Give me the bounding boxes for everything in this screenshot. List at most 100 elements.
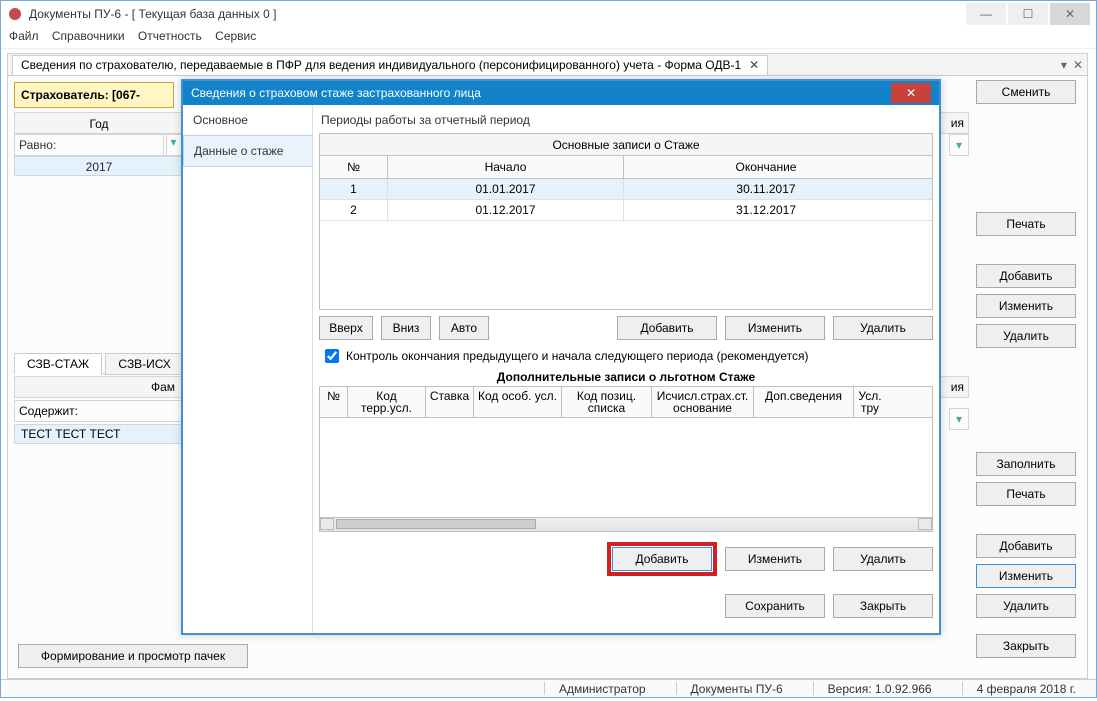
- document-tabstrip: Сведения по страхователю, передаваемые в…: [8, 54, 1087, 76]
- modal-content: Периоды работы за отчетный период Основн…: [313, 105, 939, 633]
- surname-filter-label[interactable]: Содержит:: [15, 401, 183, 421]
- print-button[interactable]: Печать: [976, 212, 1076, 236]
- form-packs-button[interactable]: Формирование и просмотр пачек: [18, 644, 248, 668]
- scroll-right-icon[interactable]: [918, 518, 932, 530]
- tab-szv-ish[interactable]: СЗВ-ИСХ: [105, 353, 183, 375]
- fill-button[interactable]: Заполнить: [976, 452, 1076, 476]
- app-icon: [7, 6, 23, 22]
- filter-icon[interactable]: ▾: [949, 134, 969, 156]
- col-rate[interactable]: Ставка: [426, 387, 474, 417]
- auto-button[interactable]: Авто: [439, 316, 489, 340]
- col-pos[interactable]: Код позиц. списка: [562, 387, 652, 417]
- grid-header-row: № Начало Окончание: [320, 156, 932, 179]
- app-window: Документы ПУ-6 - [ Текущая база данных 0…: [0, 0, 1097, 698]
- delete-button[interactable]: Удалить: [833, 316, 933, 340]
- modal-footer-buttons: Сохранить Закрыть: [319, 594, 933, 618]
- grid1-buttons: Вверх Вниз Авто Добавить Изменить Удалит…: [319, 316, 933, 340]
- horizontal-scrollbar[interactable]: [319, 518, 933, 532]
- edit-button[interactable]: Изменить: [976, 564, 1076, 588]
- menu-service[interactable]: Сервис: [215, 29, 256, 43]
- insurer-banner: Страхователь: [067-: [14, 82, 174, 108]
- menu-report[interactable]: Отчетность: [138, 29, 202, 43]
- control-checkbox[interactable]: [325, 349, 339, 363]
- surname-filter-row: Содержит:: [14, 400, 184, 422]
- grid-caption: Основные записи о Стаже: [320, 134, 932, 156]
- col-extra[interactable]: Доп.сведения: [754, 387, 854, 417]
- scroll-thumb[interactable]: [336, 519, 536, 529]
- control-checkbox-row: Контроль окончания предыдущего и начала …: [321, 346, 933, 366]
- col-no[interactable]: №: [320, 156, 388, 178]
- year-cell[interactable]: 2017: [14, 156, 184, 176]
- app-title: Документы ПУ-6 - [ Текущая база данных 0…: [29, 7, 276, 21]
- tab-dropdown-icon[interactable]: ▾: [1061, 58, 1067, 72]
- main-stazh-grid: Основные записи о Стаже № Начало Окончан…: [319, 133, 933, 310]
- status-version: Версия: 1.0.92.966: [813, 682, 932, 695]
- delete-button[interactable]: Удалить: [976, 324, 1076, 348]
- minimize-button[interactable]: —: [966, 3, 1006, 25]
- modal-close-button[interactable]: ✕: [891, 83, 931, 103]
- col-end[interactable]: Окончание: [624, 156, 908, 178]
- edit-button[interactable]: Изменить: [976, 294, 1076, 318]
- edit-button[interactable]: Изменить: [725, 547, 825, 571]
- add-button[interactable]: Добавить: [976, 264, 1076, 288]
- delete-button[interactable]: Удалить: [976, 594, 1076, 618]
- menu-ref[interactable]: Справочники: [52, 29, 125, 43]
- edit-button[interactable]: Изменить: [725, 316, 825, 340]
- year-filter-row: Равно: ▾: [14, 134, 184, 156]
- sidebar-item-main[interactable]: Основное: [183, 105, 312, 135]
- document-tab-label: Сведения по страхователю, передаваемые в…: [21, 58, 741, 72]
- col-calc[interactable]: Исчисл.страх.ст. основание: [652, 387, 754, 417]
- col-usl[interactable]: Усл. тру: [854, 387, 886, 417]
- person-row[interactable]: ТЕСТ ТЕСТ ТЕСТ: [14, 424, 184, 444]
- modal-sidebar: Основное Данные о стаже: [183, 105, 313, 633]
- extra-stazh-title: Дополнительные записи о льготном Стаже: [319, 368, 933, 386]
- add-button[interactable]: Добавить: [612, 547, 712, 571]
- close-button[interactable]: Закрыть: [976, 634, 1076, 658]
- tab-szv-stazh[interactable]: СЗВ-СТАЖ: [14, 353, 102, 375]
- table-row[interactable]: 2 01.12.2017 31.12.2017: [320, 200, 932, 221]
- table-row[interactable]: 1 01.01.2017 30.11.2017: [320, 179, 932, 200]
- grid-body: 1 01.01.2017 30.11.2017 2 01.12.2017 31.…: [320, 179, 932, 309]
- close-button[interactable]: ✕: [1050, 3, 1090, 25]
- col-start[interactable]: Начало: [388, 156, 624, 178]
- maximize-button[interactable]: ☐: [1008, 3, 1048, 25]
- extra-grid-body: [319, 418, 933, 518]
- print-button[interactable]: Печать: [976, 482, 1076, 506]
- change-button[interactable]: Сменить: [976, 80, 1076, 104]
- col-terr[interactable]: Код терр.усл.: [348, 387, 426, 417]
- scroll-left-icon[interactable]: [320, 518, 334, 530]
- tab-close-all-icon[interactable]: ✕: [1073, 58, 1083, 72]
- modal-titlebar: Сведения о страховом стаже застрахованно…: [183, 81, 939, 105]
- save-button[interactable]: Сохранить: [725, 594, 825, 618]
- down-button[interactable]: Вниз: [381, 316, 431, 340]
- up-button[interactable]: Вверх: [319, 316, 373, 340]
- surname-column-header[interactable]: Фам: [14, 376, 184, 398]
- control-checkbox-label: Контроль окончания предыдущего и начала …: [346, 349, 809, 363]
- column-fragment: ия: [939, 376, 969, 398]
- titlebar: Документы ПУ-6 - [ Текущая база данных 0…: [1, 1, 1096, 27]
- year-filter-label[interactable]: Равно:: [15, 135, 163, 155]
- extra-grid-header: № Код терр.усл. Ставка Код особ. усл. Ко…: [319, 386, 933, 418]
- col-no[interactable]: №: [320, 387, 348, 417]
- document-tab-close-icon[interactable]: ✕: [749, 58, 759, 72]
- highlight-box: Добавить: [607, 542, 717, 576]
- status-user: Администратор: [544, 682, 646, 695]
- menubar: Файл Справочники Отчетность Сервис: [1, 27, 1096, 49]
- filter-icon[interactable]: ▾: [949, 408, 969, 430]
- add-button[interactable]: Добавить: [976, 534, 1076, 558]
- modal-title: Сведения о страховом стаже застрахованно…: [191, 86, 481, 100]
- document-tab[interactable]: Сведения по страхователю, передаваемые в…: [12, 55, 768, 75]
- sidebar-item-stazh[interactable]: Данные о стаже: [183, 135, 312, 167]
- delete-button[interactable]: Удалить: [833, 547, 933, 571]
- status-product: Документы ПУ-6: [676, 682, 783, 695]
- periods-title: Периоды работы за отчетный период: [319, 111, 933, 133]
- add-button[interactable]: Добавить: [617, 316, 717, 340]
- statusbar: Администратор Документы ПУ-6 Версия: 1.0…: [1, 679, 1096, 697]
- col-spec[interactable]: Код особ. усл.: [474, 387, 562, 417]
- column-fragment: ия: [939, 112, 969, 134]
- menu-file[interactable]: Файл: [9, 29, 39, 43]
- year-column-header[interactable]: Год: [14, 112, 184, 134]
- status-date: 4 февраля 2018 г.: [962, 682, 1076, 695]
- stazh-modal: Сведения о страховом стаже застрахованно…: [181, 79, 941, 635]
- close-button[interactable]: Закрыть: [833, 594, 933, 618]
